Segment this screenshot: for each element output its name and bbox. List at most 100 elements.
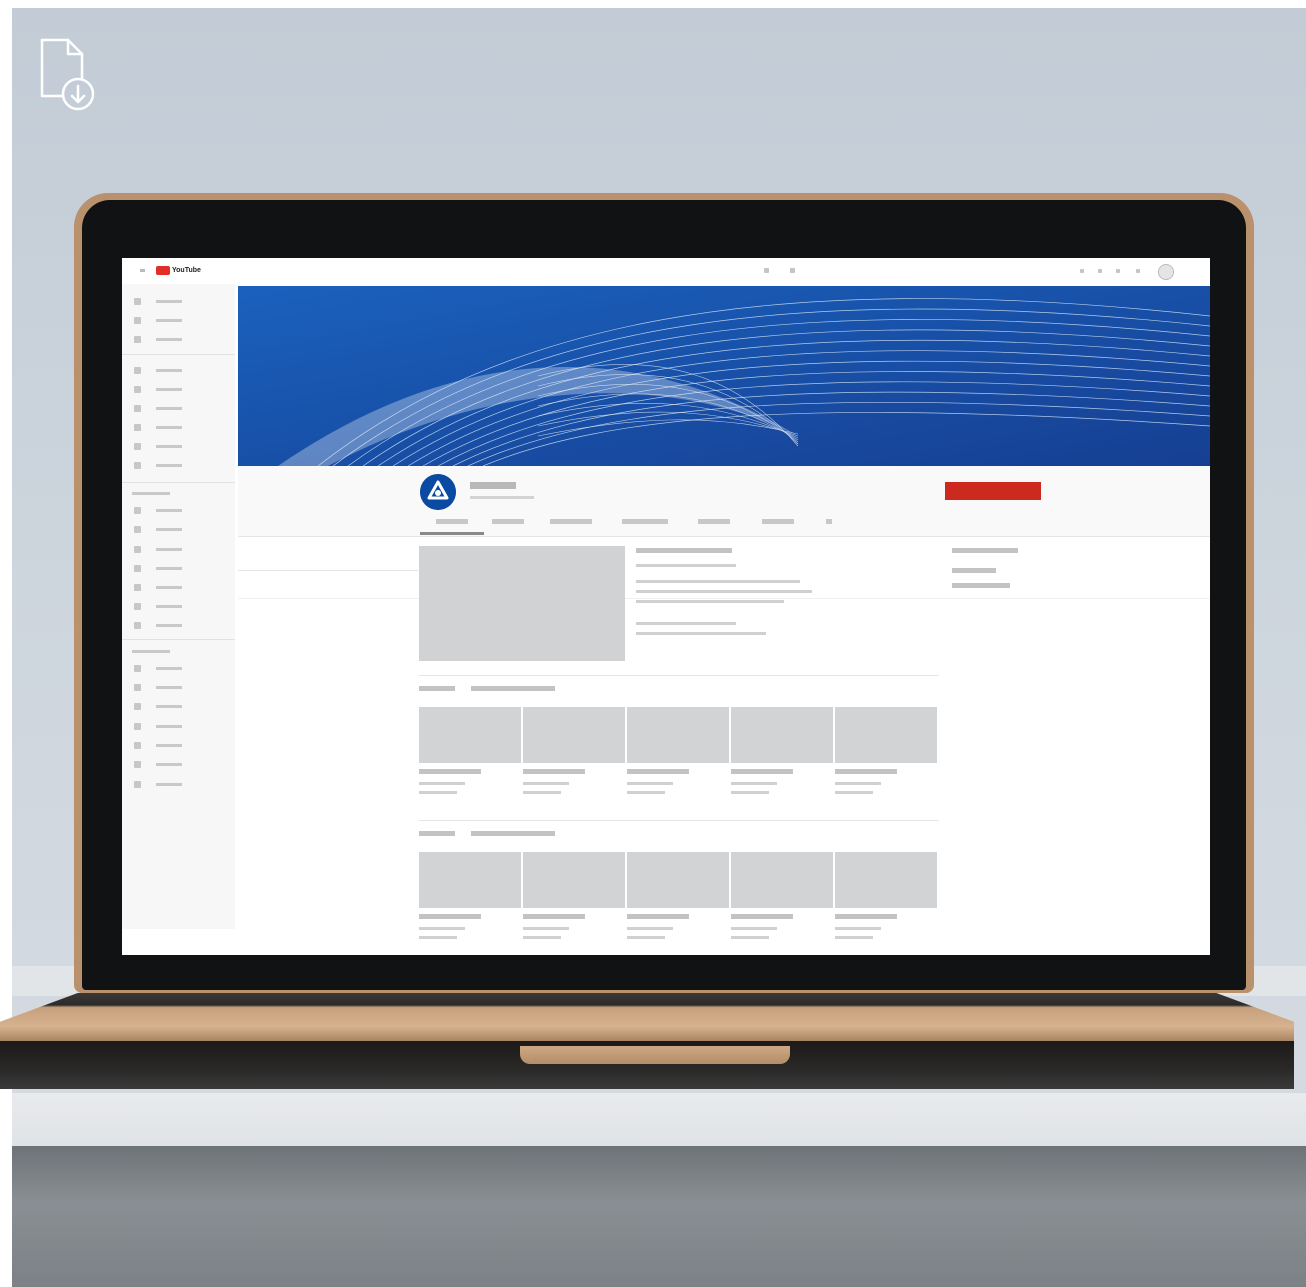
menu-icon[interactable] bbox=[140, 269, 145, 272]
header-divider bbox=[238, 536, 1210, 537]
video-thumbnail[interactable] bbox=[419, 707, 521, 763]
sidebar-item-icon bbox=[134, 298, 141, 305]
video-meta bbox=[627, 791, 665, 794]
shelf-title[interactable] bbox=[419, 831, 455, 836]
video-thumbnail[interactable] bbox=[835, 852, 937, 908]
sidebar-item-label bbox=[156, 783, 182, 786]
channel-banner bbox=[238, 286, 1210, 466]
sidebar-item-icon bbox=[134, 546, 141, 553]
video-thumbnail[interactable] bbox=[523, 852, 625, 908]
video-title[interactable] bbox=[835, 914, 897, 919]
video-title[interactable] bbox=[731, 914, 793, 919]
video-meta bbox=[523, 936, 561, 939]
sidebar-item-label bbox=[156, 407, 182, 410]
laptop-opening-notch bbox=[520, 1046, 790, 1064]
content-divider bbox=[238, 570, 418, 571]
sidebar-item-icon bbox=[134, 781, 141, 788]
tab-search-icon[interactable] bbox=[826, 519, 832, 524]
sidebar-item-icon bbox=[134, 526, 141, 533]
mic-icon[interactable] bbox=[790, 268, 795, 273]
shelf-play-all[interactable] bbox=[471, 686, 555, 691]
sidebar-item-icon bbox=[134, 565, 141, 572]
video-meta bbox=[523, 791, 561, 794]
video-title[interactable] bbox=[419, 769, 481, 774]
search-icon[interactable] bbox=[764, 268, 769, 273]
sidebar-item-icon bbox=[134, 317, 141, 324]
video-title[interactable] bbox=[835, 769, 897, 774]
video-meta bbox=[419, 936, 457, 939]
video-thumbnail[interactable] bbox=[523, 707, 625, 763]
tab-playlists[interactable] bbox=[550, 519, 592, 524]
banner-wave-graphic bbox=[238, 286, 1210, 466]
laptop-base bbox=[0, 993, 1294, 1041]
channel-subscriber-count bbox=[470, 496, 534, 499]
video-title[interactable] bbox=[523, 914, 585, 919]
featured-video-description bbox=[636, 590, 812, 593]
sidebar-item-icon bbox=[134, 424, 141, 431]
featured-video-thumbnail[interactable] bbox=[419, 546, 625, 661]
subscribe-button[interactable] bbox=[945, 482, 1041, 500]
tab-community[interactable] bbox=[622, 519, 668, 524]
tab-channels[interactable] bbox=[698, 519, 730, 524]
sidebar-item-icon bbox=[134, 761, 141, 768]
sidebar-item-icon bbox=[134, 336, 141, 343]
featured-video-title[interactable] bbox=[636, 548, 732, 553]
sidebar-section-heading bbox=[132, 492, 170, 495]
sidebar-item-icon bbox=[134, 622, 141, 629]
tab-home[interactable] bbox=[436, 519, 468, 524]
featured-channel-item[interactable] bbox=[952, 568, 996, 573]
video-thumbnail[interactable] bbox=[419, 852, 521, 908]
sidebar bbox=[122, 284, 235, 929]
sidebar-item-icon bbox=[134, 443, 141, 450]
create-icon[interactable] bbox=[1080, 269, 1084, 273]
video-thumbnail[interactable] bbox=[627, 707, 729, 763]
video-meta bbox=[627, 782, 673, 785]
youtube-logo-icon[interactable] bbox=[156, 266, 170, 275]
video-thumbnail[interactable] bbox=[731, 707, 833, 763]
table-top bbox=[12, 1093, 1306, 1153]
tab-videos[interactable] bbox=[492, 519, 524, 524]
notifications-icon[interactable] bbox=[1116, 269, 1120, 273]
video-title[interactable] bbox=[627, 914, 689, 919]
video-thumbnail[interactable] bbox=[835, 707, 937, 763]
sidebar-item-icon bbox=[134, 462, 141, 469]
sidebar-item-label bbox=[156, 725, 182, 728]
video-meta bbox=[627, 927, 673, 930]
file-download-icon[interactable] bbox=[38, 36, 98, 112]
shelf-play-all[interactable] bbox=[471, 831, 555, 836]
video-meta bbox=[835, 927, 881, 930]
video-thumbnail[interactable] bbox=[627, 852, 729, 908]
sidebar-item-icon bbox=[134, 742, 141, 749]
featured-channel-item[interactable] bbox=[952, 583, 1010, 588]
video-meta bbox=[835, 936, 873, 939]
tab-about[interactable] bbox=[762, 519, 794, 524]
featured-video-meta bbox=[636, 564, 736, 567]
sidebar-item-label bbox=[156, 338, 182, 341]
sidebar-item-label bbox=[156, 686, 182, 689]
shelf-title[interactable] bbox=[419, 686, 455, 691]
active-tab-indicator bbox=[420, 532, 484, 535]
youtube-wordmark: YouTube bbox=[172, 267, 201, 274]
video-meta bbox=[627, 936, 665, 939]
channel-name bbox=[470, 482, 516, 489]
video-title[interactable] bbox=[731, 769, 793, 774]
video-title[interactable] bbox=[627, 769, 689, 774]
video-meta bbox=[731, 927, 777, 930]
settings-icon[interactable] bbox=[1136, 269, 1140, 273]
video-meta bbox=[835, 791, 873, 794]
video-meta bbox=[419, 927, 465, 930]
video-title[interactable] bbox=[419, 914, 481, 919]
sidebar-divider bbox=[122, 354, 235, 355]
video-meta bbox=[523, 927, 569, 930]
video-title[interactable] bbox=[523, 769, 585, 774]
apps-icon[interactable] bbox=[1098, 269, 1102, 273]
channel-avatar[interactable] bbox=[420, 474, 456, 510]
sidebar-item-icon bbox=[134, 665, 141, 672]
sidebar-item-label bbox=[156, 705, 182, 708]
featured-channels-heading bbox=[952, 548, 1018, 553]
shelf-divider bbox=[419, 820, 939, 821]
video-thumbnail[interactable] bbox=[731, 852, 833, 908]
account-avatar[interactable] bbox=[1158, 264, 1174, 280]
sidebar-item-icon bbox=[134, 386, 141, 393]
sidebar-item-label bbox=[156, 624, 182, 627]
